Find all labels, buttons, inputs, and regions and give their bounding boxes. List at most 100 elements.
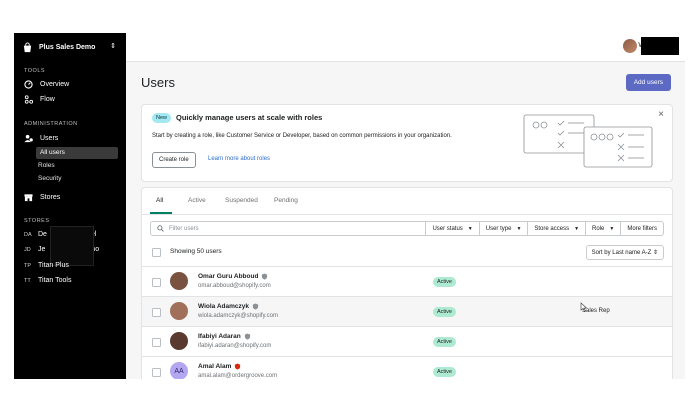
- user-name-text: Omar Guru Abboud: [198, 273, 259, 280]
- gauge-icon: [24, 80, 33, 89]
- avatar: [170, 302, 188, 320]
- caret-down-icon: ▼: [574, 225, 580, 232]
- filter-label: More filters: [627, 225, 657, 232]
- section-label-administration: ADMINISTRATION: [24, 121, 78, 127]
- user-name: Amal Alam: [198, 363, 241, 370]
- nav-item-overview[interactable]: Overview: [24, 80, 69, 89]
- store-abbr: JD: [24, 246, 31, 253]
- app-window: Plus Sales Demo ⇕ TOOLS Overview Flow AD…: [14, 33, 685, 379]
- select-all-checkbox[interactable]: [152, 248, 161, 257]
- chevron-updown-icon: ⇕: [110, 43, 116, 50]
- store-switcher[interactable]: Plus Sales Demo ⇕: [14, 33, 126, 61]
- table-row[interactable]: AA Amal Alam amal.alam@ordergroove.com A…: [142, 356, 672, 379]
- close-icon[interactable]: ×: [658, 109, 664, 120]
- learn-more-link[interactable]: Learn more about roles: [208, 156, 270, 162]
- users-card: All Active Suspended Pending Filter user…: [141, 187, 673, 379]
- store-label: De: [38, 231, 47, 238]
- caret-down-icon: ▼: [467, 225, 473, 232]
- filter-role[interactable]: Role ▼: [586, 221, 622, 236]
- users-icon: [24, 134, 33, 143]
- banner-title: Quickly manage users at scale with roles: [176, 113, 323, 122]
- tab-pending[interactable]: Pending: [274, 197, 298, 204]
- page-title: Users: [141, 75, 175, 90]
- store-icon: [24, 194, 33, 202]
- store-abbr: DA: [24, 231, 32, 238]
- shield-icon: [252, 303, 259, 310]
- table-row[interactable]: Omar Guru Abboud omar.abboud@shopify.com…: [142, 266, 672, 297]
- showing-count: Showing 50 users: [170, 248, 222, 255]
- roles-banner: New Quickly manage users at scale with r…: [141, 104, 673, 182]
- tab-all[interactable]: All: [156, 197, 163, 204]
- store-label: Je: [38, 246, 46, 253]
- store-item[interactable]: TP Titan Plus: [24, 262, 69, 269]
- store-item[interactable]: TT Titan Tools: [24, 277, 71, 284]
- caret-down-icon: ▼: [609, 225, 615, 232]
- shield-icon: [244, 333, 250, 340]
- mouse-cursor-icon: [580, 302, 588, 312]
- roles-illustration-icon: [523, 114, 653, 168]
- subnav-all-users[interactable]: All users: [36, 147, 118, 159]
- user-avatar[interactable]: [623, 39, 637, 53]
- user-name-text: Ifabiyi Adaran: [198, 333, 241, 340]
- user-email: omar.abboud@shopify.com: [198, 283, 271, 289]
- status-badge: Active: [433, 337, 456, 347]
- nav-item-users[interactable]: Users: [24, 134, 58, 143]
- sort-label: Sort by Last name A-Z: [591, 250, 652, 256]
- store-abbr: TT: [24, 277, 31, 284]
- store-label: Titan Plus: [38, 262, 69, 269]
- tab-bar: All Active Suspended Pending: [142, 188, 672, 215]
- tab-active[interactable]: Active: [188, 197, 206, 204]
- row-checkbox[interactable]: [152, 368, 161, 377]
- filter-user-type[interactable]: User type ▼: [479, 221, 529, 236]
- more-filters-button[interactable]: More filters: [621, 221, 664, 236]
- subnav-roles[interactable]: Roles: [38, 162, 55, 169]
- avatar: [170, 332, 188, 350]
- flow-icon: [24, 95, 33, 104]
- nav-label: Users: [40, 135, 59, 142]
- top-bar: W: [126, 33, 685, 62]
- user-name-text: Amal Alam: [198, 363, 232, 370]
- shopify-bag-icon: [23, 41, 32, 52]
- row-checkbox[interactable]: [152, 278, 161, 287]
- tab-suspended[interactable]: Suspended: [225, 197, 258, 204]
- sidebar: Plus Sales Demo ⇕ TOOLS Overview Flow AD…: [14, 33, 126, 379]
- add-users-button[interactable]: Add users: [625, 74, 671, 91]
- status-badge: Active: [433, 277, 456, 287]
- nav-label: Stores: [40, 194, 61, 201]
- user-name-text: Wiola Adamczyk: [198, 303, 249, 310]
- user-email: wiola.adamczyk@shopify.com: [198, 313, 279, 319]
- redacted-block: [641, 37, 679, 55]
- nav-label: Flow: [40, 96, 55, 103]
- banner-text: Start by creating a role, like Customer …: [152, 133, 452, 139]
- user-name: Omar Guru Abboud: [198, 273, 268, 280]
- store-name: Plus Sales Demo: [39, 43, 96, 51]
- shield-icon: [235, 363, 241, 370]
- section-label-tools: TOOLS: [24, 68, 46, 74]
- subnav-security[interactable]: Security: [38, 175, 61, 182]
- filter-label: Role: [592, 225, 605, 232]
- row-checkbox[interactable]: [152, 338, 161, 347]
- nav-item-flow[interactable]: Flow: [24, 95, 55, 104]
- store-abbr: TP: [24, 262, 32, 269]
- list-summary: Showing 50 users Sort by Last name A-Z ⇕: [150, 245, 664, 260]
- active-tab-indicator: [150, 212, 172, 214]
- sort-button[interactable]: Sort by Last name A-Z ⇕: [585, 245, 664, 260]
- table-row[interactable]: Wiola Adamczyk wiola.adamczyk@shopify.co…: [142, 296, 672, 327]
- filter-label: User type: [485, 225, 512, 232]
- shield-icon: [262, 273, 268, 280]
- create-role-button[interactable]: Create role: [152, 152, 196, 168]
- user-email: ifabiyi.adaran@shopify.com: [198, 343, 272, 349]
- new-badge: New: [152, 113, 172, 123]
- filter-bar: Filter users User status ▼ User type ▼ Sto…: [150, 221, 664, 236]
- section-label-stores: STORES: [24, 218, 50, 224]
- redacted-block: [50, 226, 94, 266]
- table-row[interactable]: Ifabiyi Adaran ifabiyi.adaran@shopify.co…: [142, 326, 672, 357]
- row-checkbox[interactable]: [152, 308, 161, 317]
- search-input[interactable]: Filter users: [150, 221, 427, 236]
- user-name: Wiola Adamczyk: [198, 303, 259, 310]
- caret-down-icon: ▼: [516, 225, 522, 232]
- status-badge: Active: [433, 307, 456, 317]
- nav-item-stores[interactable]: Stores: [24, 193, 60, 202]
- filter-user-status[interactable]: User status ▼: [426, 221, 480, 236]
- filter-store-access[interactable]: Store access ▼: [528, 221, 587, 236]
